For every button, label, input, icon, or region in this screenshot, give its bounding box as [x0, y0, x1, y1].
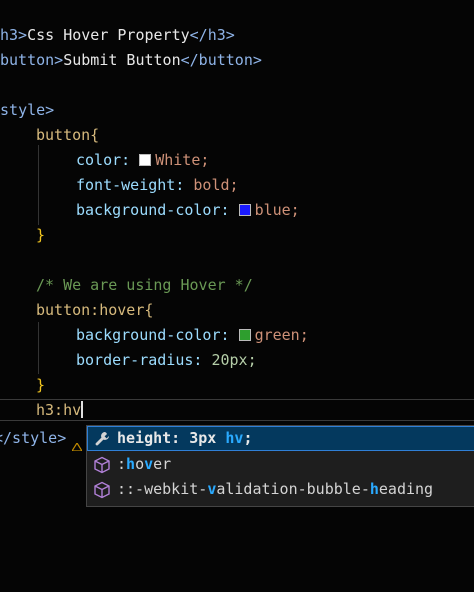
suggestion-text: eading	[378, 480, 434, 498]
text-caret	[81, 401, 84, 418]
code-line-selector-button: button{	[36, 125, 99, 145]
css-value: bold;	[193, 176, 239, 194]
wrench-icon	[95, 432, 109, 446]
color-swatch-green[interactable]	[238, 329, 251, 341]
brace: }	[36, 226, 46, 244]
style-close-tag: </style>	[0, 429, 67, 447]
text-content: Css Hover Property	[27, 26, 190, 44]
color-swatch-blue[interactable]	[238, 204, 251, 216]
code-line-close-brace: }	[36, 225, 45, 245]
code-line-close-brace: }	[36, 375, 45, 395]
css-property: border-radius:	[76, 351, 203, 369]
suggestion-text: er	[153, 455, 172, 473]
code-line-color: color: White;	[76, 150, 209, 170]
css-property: font-weight:	[76, 176, 185, 194]
typed-selector: h3:hv	[36, 401, 82, 419]
indent-guide	[38, 322, 39, 374]
css-value: White;	[155, 151, 210, 169]
suggestion-label: height: 3px hv;	[117, 426, 252, 451]
suggestion-match: v	[207, 480, 217, 498]
suggestion-item[interactable]: :hover	[87, 452, 474, 477]
code-line-font-weight: font-weight: bold;	[76, 175, 239, 195]
brace: }	[36, 376, 46, 394]
suggestion-text: ::-webkit-	[117, 480, 208, 498]
suggestion-label: :hover	[117, 452, 171, 477]
code-line-background-blue: background-color: blue;	[76, 200, 300, 220]
warning-icon	[72, 443, 82, 451]
cube-icon	[94, 481, 110, 499]
css-property: background-color:	[76, 201, 230, 219]
suggestion-label: ::-webkit-validation-bubble-heading	[117, 477, 433, 502]
tag-open: button>	[0, 51, 64, 69]
cube-icon	[94, 456, 110, 474]
code-line-current[interactable]: h3:hv	[36, 400, 84, 420]
suggestion-match: h	[126, 455, 136, 473]
tag-open: h3>	[0, 26, 28, 44]
code-line-style-close: </style>	[0, 428, 66, 448]
suggestion-text: alidation-bubble-	[216, 480, 370, 498]
css-value: green;	[254, 326, 309, 344]
code-line-selector-hover: button:hover{	[36, 300, 153, 320]
code-line-background-green: background-color: green;	[76, 325, 309, 345]
style-open-tag: <style>	[0, 101, 55, 119]
code-line-comment: /* We are using Hover */	[36, 275, 253, 295]
tag-close: </h3>	[189, 26, 235, 44]
text-content: Submit Button	[63, 51, 181, 69]
css-value: blue;	[254, 201, 300, 219]
css-property: background-color:	[76, 326, 230, 344]
code-line-border-radius: border-radius: 20px;	[76, 350, 257, 370]
suggestion-match: v	[144, 455, 154, 473]
suggestion-text: :	[117, 455, 127, 473]
suggestion-item[interactable]: height: 3px hv;	[87, 426, 474, 451]
suggestion-item[interactable]: ::-webkit-validation-bubble-heading	[87, 477, 474, 502]
color-swatch-white[interactable]	[139, 154, 152, 166]
autocomplete-popup: height: 3px hv; :hover ::-webkit-validat…	[86, 425, 474, 507]
code-line-button: button>Submit Button</button>	[0, 50, 262, 70]
css-comment: /* We are using Hover */	[36, 276, 253, 294]
tag-close: </button>	[180, 51, 262, 69]
indent-guide	[38, 145, 39, 225]
code-line-h3: h3>Css Hover Property</h3>	[0, 25, 235, 45]
suggestion-text: height: 3px	[117, 429, 226, 447]
suggestion-text: o	[135, 455, 145, 473]
css-selector: button:hover{	[36, 301, 154, 319]
css-property: color:	[76, 151, 131, 169]
suggestion-text: ;	[243, 429, 253, 447]
code-line-style-open: <style>	[0, 100, 54, 120]
suggestion-match: h	[369, 480, 379, 498]
suggestion-match: hv	[225, 429, 244, 447]
css-value: 20px;	[211, 351, 257, 369]
css-selector: button{	[36, 126, 100, 144]
